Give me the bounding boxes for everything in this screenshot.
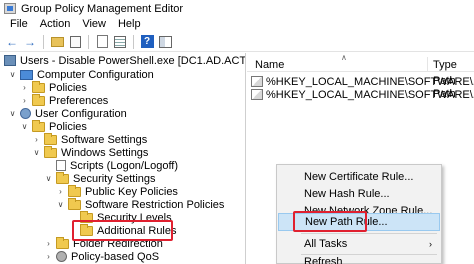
toolbar: ← → ? xyxy=(0,32,474,52)
tree-item-label: Scripts (Logon/Logoff) xyxy=(70,159,179,172)
tree-item-label: User Configuration xyxy=(35,107,127,120)
menu-item-all-tasks[interactable]: All Tasks › xyxy=(278,235,440,253)
tree-item-label: Policies xyxy=(49,81,87,94)
toolbar-separator xyxy=(88,34,89,49)
chevron-down-icon[interactable]: ∨ xyxy=(8,109,17,118)
toolbar-separator xyxy=(43,34,44,49)
tree-item-computer-preferences[interactable]: › Preferences xyxy=(20,93,109,107)
list-item-type: Path xyxy=(433,75,456,87)
toolbar-separator xyxy=(133,34,134,49)
chevron-right-icon[interactable]: › xyxy=(20,96,29,105)
console-tree: Users - Disable PowerShell.exe [DC1.AD.A… xyxy=(0,53,246,264)
tree-item-windows-settings[interactable]: ∨ Windows Settings xyxy=(32,145,149,159)
folder-icon xyxy=(68,197,81,210)
path-rule-icon xyxy=(251,76,263,87)
tree-item-scripts[interactable]: Scripts (Logon/Logoff) xyxy=(44,159,178,172)
column-divider[interactable] xyxy=(427,57,428,72)
user-icon xyxy=(20,108,31,119)
folder-icon xyxy=(32,119,45,132)
chevron-right-icon[interactable]: › xyxy=(44,239,53,248)
menu-bar: File Action View Help xyxy=(0,16,474,32)
chevron-down-icon[interactable]: ∨ xyxy=(20,122,29,131)
tree-item-software-settings[interactable]: › Software Settings xyxy=(32,132,148,146)
folder-icon xyxy=(68,184,81,197)
tree-item-label: Software Settings xyxy=(61,133,148,146)
back-arrow-icon[interactable]: ← xyxy=(4,34,20,50)
folder-icon xyxy=(32,93,45,106)
script-icon xyxy=(56,160,66,171)
folder-icon xyxy=(56,171,69,184)
properties-icon[interactable] xyxy=(94,34,110,50)
menu-view[interactable]: View xyxy=(76,18,112,30)
chevron-down-icon[interactable]: ∨ xyxy=(44,174,53,183)
tree-item-label: Policy-based QoS xyxy=(71,250,160,263)
menu-item-label: All Tasks xyxy=(304,238,348,250)
tree-item-label: Windows Settings xyxy=(61,146,149,159)
chevron-down-icon[interactable]: ∨ xyxy=(8,70,17,79)
column-header-name[interactable]: Name xyxy=(255,59,284,71)
title-bar: Group Policy Management Editor xyxy=(0,0,474,17)
folder-icon xyxy=(32,80,45,93)
tree-item-label: Security Settings xyxy=(73,172,156,185)
menu-separator xyxy=(301,233,437,234)
folder-icon xyxy=(44,132,57,145)
menu-item-refresh[interactable]: Refresh xyxy=(278,253,440,264)
tree-item-label: Users - Disable PowerShell.exe [DC1.AD.A… xyxy=(20,54,246,67)
tree-item-user-configuration[interactable]: ∨ User Configuration xyxy=(8,107,127,120)
tree-item-gpo-root[interactable]: Users - Disable PowerShell.exe [DC1.AD.A… xyxy=(4,54,246,67)
menu-item-label: Refresh xyxy=(304,256,343,264)
show-action-pane-icon[interactable] xyxy=(157,34,173,50)
sort-caret-icon: ∧ xyxy=(341,53,347,62)
list-column-header: ∧ Name Type xyxy=(247,53,474,72)
tree-item-computer-configuration[interactable]: ∨ Computer Configuration xyxy=(8,68,154,81)
menu-item-new-hash-rule[interactable]: New Hash Rule... xyxy=(278,185,440,203)
tree-item-security-settings[interactable]: ∨ Security Settings xyxy=(44,171,156,185)
folder-icon xyxy=(56,236,69,249)
chevron-down-icon[interactable]: ∨ xyxy=(32,148,41,157)
tree-item-policy-based-qos[interactable]: › Policy-based QoS xyxy=(44,250,159,263)
tree-item-label: Software Restriction Policies xyxy=(85,198,225,211)
tree-item-label: Policies xyxy=(49,120,87,133)
column-header-type[interactable]: Type xyxy=(433,59,457,71)
tree-item-label: Public Key Policies xyxy=(85,185,178,198)
submenu-arrow-icon: › xyxy=(429,239,432,249)
menu-highlight-box xyxy=(293,211,367,232)
menu-action[interactable]: Action xyxy=(34,18,77,30)
chevron-right-icon[interactable]: › xyxy=(44,252,53,261)
tree-item-label: Computer Configuration xyxy=(37,68,154,81)
menu-item-label: New Certificate Rule... xyxy=(304,171,414,183)
folder-icon xyxy=(44,145,57,158)
path-rule-icon xyxy=(251,89,263,100)
menu-item-label: New Hash Rule... xyxy=(304,188,390,200)
help-icon[interactable]: ? xyxy=(139,34,155,50)
chevron-right-icon[interactable]: › xyxy=(20,83,29,92)
menu-file[interactable]: File xyxy=(4,18,34,30)
tree-item-software-restriction-policies[interactable]: ∨ Software Restriction Policies xyxy=(56,197,225,211)
window-title: Group Policy Management Editor xyxy=(21,2,184,15)
export-list-icon[interactable] xyxy=(112,34,128,50)
forward-arrow-icon[interactable]: → xyxy=(22,34,38,50)
context-menu: New Certificate Rule... New Hash Rule...… xyxy=(276,164,442,264)
tree-item-label: Preferences xyxy=(49,94,109,107)
chevron-right-icon[interactable]: › xyxy=(32,135,41,144)
selection-highlight-box xyxy=(72,220,173,241)
chevron-down-icon[interactable]: ∨ xyxy=(56,200,65,209)
qos-icon xyxy=(56,251,67,262)
show-hide-tree-icon[interactable] xyxy=(67,34,83,50)
gpo-editor-icon xyxy=(4,3,16,14)
computer-icon xyxy=(20,69,33,80)
menu-item-new-certificate-rule[interactable]: New Certificate Rule... xyxy=(278,168,440,186)
tree-item-public-key-policies[interactable]: › Public Key Policies xyxy=(56,184,178,198)
tree-item-user-policies[interactable]: ∨ Policies xyxy=(20,119,87,133)
tree-item-computer-policies[interactable]: › Policies xyxy=(20,80,87,94)
up-folder-icon[interactable] xyxy=(49,34,65,50)
list-item-type: Path xyxy=(433,88,456,100)
chevron-right-icon[interactable]: › xyxy=(56,187,65,196)
gpo-book-icon xyxy=(4,55,16,66)
menu-help[interactable]: Help xyxy=(112,18,147,30)
